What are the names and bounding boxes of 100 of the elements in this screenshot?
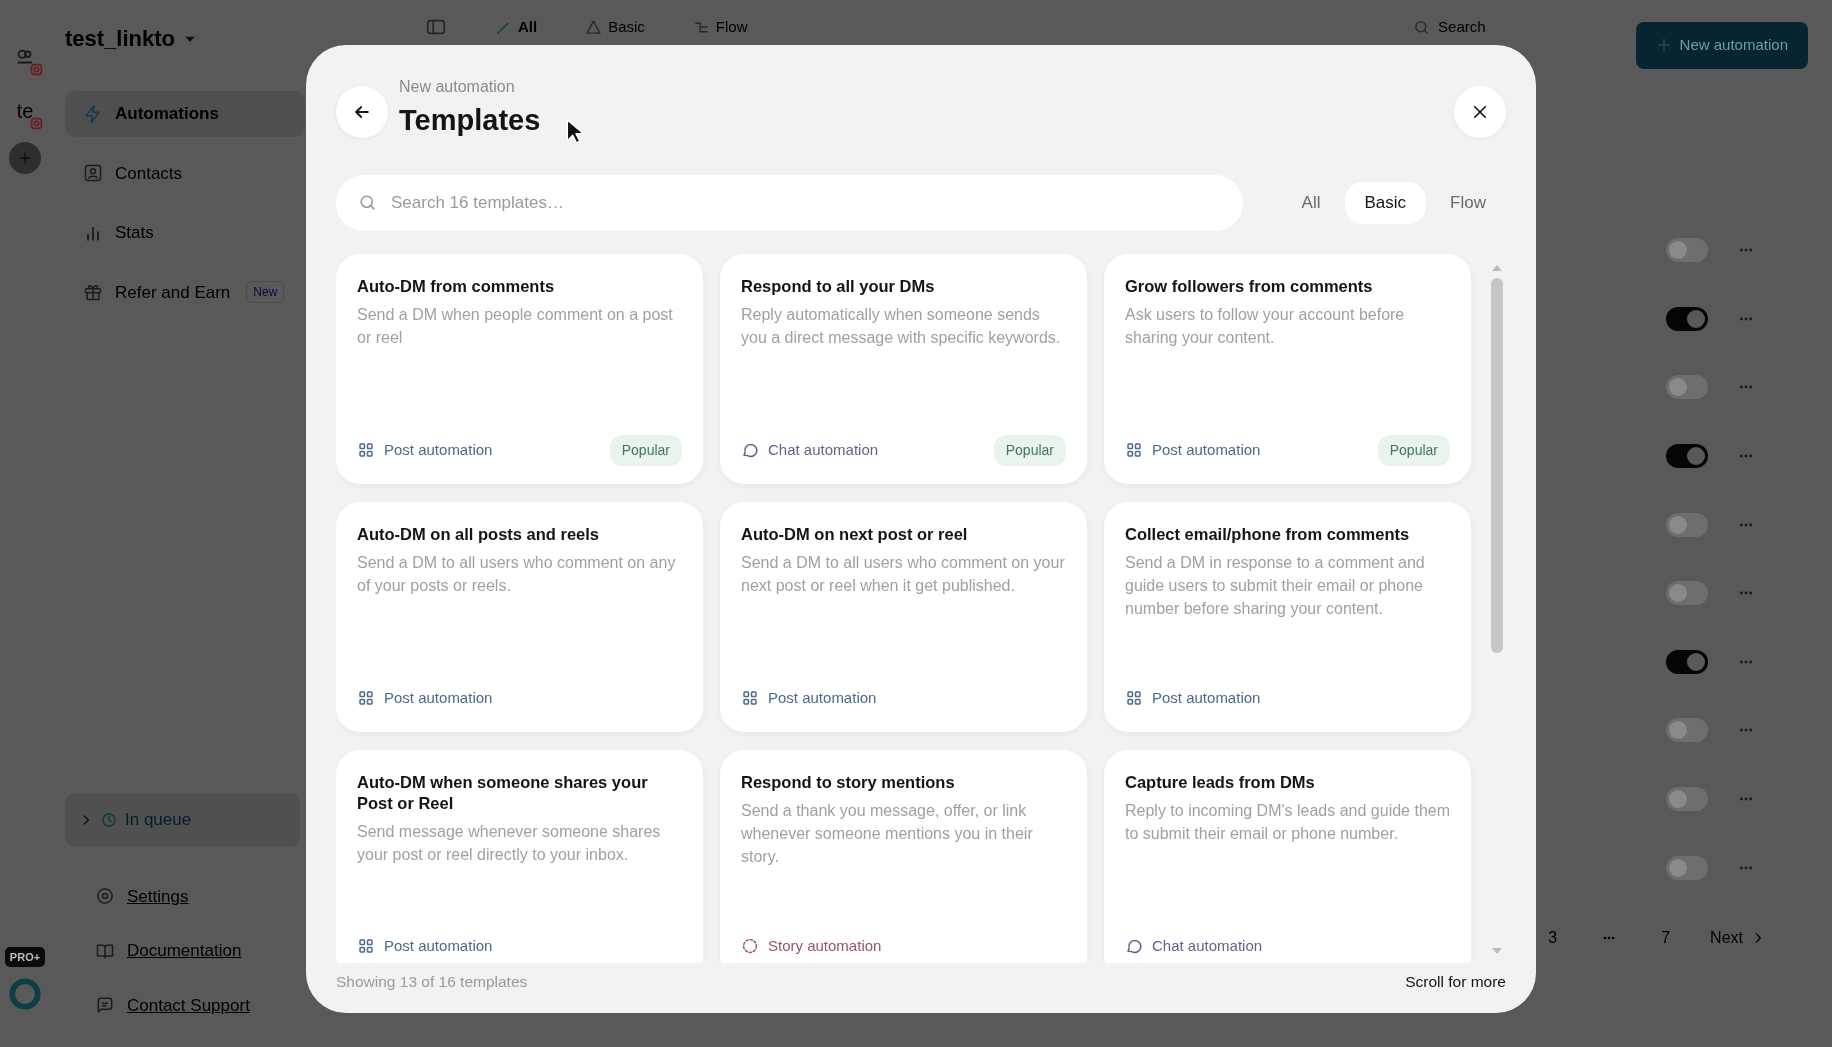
- speech-bubble-icon: [1125, 937, 1143, 955]
- instagram-icon: [30, 117, 43, 130]
- search-icon: [358, 193, 377, 212]
- nav-item[interactable]: Contacts: [65, 150, 305, 196]
- template-card[interactable]: Respond to story mentions Send a thank you message, offer, or link whenever someone mentions you in their story. Story automation: [720, 750, 1087, 963]
- search-icon: [1413, 18, 1431, 36]
- page-link[interactable]: 7: [1661, 925, 1671, 950]
- filter-tab[interactable]: All: [1281, 182, 1341, 224]
- bolt-icon: [83, 103, 103, 124]
- grid-icon: [741, 689, 759, 707]
- sidebar-link[interactable]: Contact Support: [65, 992, 305, 1018]
- template-card[interactable]: Grow followers from comments Ask users to follow your account before sharing your content. Post automation Popular: [1104, 254, 1471, 484]
- toggle-switch[interactable]: [1666, 649, 1708, 674]
- toggle-switch[interactable]: [1666, 787, 1708, 812]
- template-title: Collect email/phone from comments: [1125, 524, 1411, 545]
- template-card[interactable]: Auto-DM when someone shares your Post or Reel Send message whenever someone shares your post or reel directly to your inbox. Post automation: [336, 750, 703, 963]
- template-description: Send a DM to all users who comment on any of your posts or reels.: [357, 553, 677, 596]
- template-card[interactable]: Auto-DM on next post or reel Send a DM to all users who comment on your next post or reel when it get published. Post automation: [720, 502, 1087, 732]
- filter-tab[interactable]: Basic: [585, 16, 645, 39]
- template-title: Respond to all your DMs: [741, 276, 936, 297]
- grid-icon: [357, 689, 375, 707]
- sidebar-link[interactable]: Settings: [65, 883, 305, 909]
- modal-subtitle: New automation: [399, 77, 516, 97]
- toggle-switch[interactable]: [1666, 238, 1708, 263]
- search-field[interactable]: Search 16 templates…: [336, 175, 1243, 231]
- category-label: Post automation: [768, 687, 877, 708]
- toggle-switch[interactable]: [1666, 512, 1708, 537]
- modal-title: Templates: [399, 103, 541, 138]
- nav-item[interactable]: Automations: [65, 91, 305, 137]
- template-description: Send a DM when people comment on a post or reel: [357, 305, 674, 348]
- popular-tag: Popular: [993, 434, 1066, 466]
- template-description: Ask users to follow your account before sharing your content.: [1125, 305, 1406, 348]
- template-title: Respond to story mentions: [741, 772, 956, 793]
- toggle-switch[interactable]: [1666, 855, 1708, 880]
- new-badge: New: [246, 281, 285, 304]
- toggle-switch[interactable]: [1666, 718, 1708, 743]
- queue-panel[interactable]: In queue: [65, 793, 300, 847]
- scroll-hint: Scroll for more: [1405, 972, 1506, 992]
- category-label: Post automation: [1152, 687, 1261, 708]
- close-icon: [1471, 103, 1489, 121]
- triangle-icon: [585, 18, 603, 36]
- template-description: Send a thank you message, offer, or link whenever someone mentions you in their story.: [741, 801, 1034, 867]
- category-label: Story automation: [768, 935, 882, 956]
- toggle-switch[interactable]: [1666, 444, 1708, 469]
- toggle-switch[interactable]: [1666, 306, 1708, 331]
- filter-tab[interactable]: All: [495, 16, 538, 39]
- nav-item[interactable]: Stats: [65, 210, 305, 256]
- template-description: Reply to incoming DM's leads and guide them to submit their email or phone number.: [1125, 801, 1450, 844]
- add-account-button[interactable]: [9, 142, 41, 174]
- toggle-switch[interactable]: [1666, 581, 1708, 606]
- template-card[interactable]: Capture leads from DMs Reply to incoming DM's leads and guide them to submit their email or phone number. Chat automation: [1104, 750, 1471, 963]
- next-page-link[interactable]: Next: [1710, 925, 1765, 950]
- dashed-circle-icon: [741, 937, 759, 955]
- template-title: Auto-DM on next post or reel: [741, 524, 969, 545]
- template-card[interactable]: Auto-DM on all posts and reels Send a DM to all users who comment on any of your posts or reels. Post automation: [336, 502, 703, 732]
- sidebar-link[interactable]: Documentation: [65, 938, 305, 964]
- workspace-name[interactable]: test_linkto: [65, 22, 176, 55]
- category-label: Post automation: [1152, 439, 1261, 460]
- category-label: Chat automation: [1152, 935, 1263, 956]
- grid-icon: [357, 937, 375, 955]
- filter-tab[interactable]: Basic: [1344, 182, 1427, 224]
- template-card[interactable]: Respond to all your DMs Reply automatically when someone sends you a direct message with specific keywords. Chat automation Popular: [720, 254, 1087, 484]
- category-label: Chat automation: [768, 439, 879, 460]
- page-link[interactable]: 3: [1548, 925, 1558, 950]
- template-title: Auto-DM from comments: [357, 276, 556, 297]
- category-label: Post automation: [384, 439, 493, 460]
- queue-label: In queue: [125, 809, 192, 831]
- template-title: Auto-DM on all posts and reels: [357, 524, 601, 545]
- nav-item[interactable]: Refer and Earn New: [65, 269, 305, 315]
- template-description: Reply automatically when someone sends you a direct message with specific keywords.: [741, 305, 1062, 348]
- template-title: Capture leads from DMs: [1125, 772, 1316, 793]
- contact-card-icon: [83, 163, 103, 184]
- category-label: Post automation: [384, 687, 493, 708]
- close-button[interactable]: [1454, 86, 1506, 138]
- new-automation-button[interactable]: New automation: [1635, 22, 1808, 69]
- results-count: Showing 13 of 16 templates: [336, 972, 528, 992]
- gift-icon: [83, 282, 103, 303]
- popular-tag: Popular: [1377, 434, 1450, 466]
- template-card[interactable]: Auto-DM from comments Send a DM when people comment on a post or reel Post automation Popular: [336, 254, 703, 484]
- instagram-icon: [30, 63, 43, 76]
- account-initials[interactable]: te: [16, 96, 34, 126]
- template-description: Send message whenever someone shares your post or reel directly to your inbox.: [357, 822, 662, 865]
- speech-bubble-icon: [741, 441, 759, 459]
- clock-icon: [101, 811, 117, 828]
- plus-icon: [18, 151, 32, 165]
- plus-icon: [1655, 37, 1672, 54]
- grid-icon: [1125, 441, 1143, 459]
- search-field[interactable]: Search: [1413, 16, 1486, 39]
- template-description: Send a DM to all users who comment on your next post or reel when it get published.: [741, 553, 1066, 596]
- filter-tab[interactable]: Flow: [692, 16, 748, 39]
- back-button[interactable]: [336, 86, 388, 138]
- toggle-switch[interactable]: [1666, 375, 1708, 400]
- template-title: Auto-DM when someone shares your Post or Reel: [357, 772, 649, 814]
- popular-tag: Popular: [609, 434, 682, 466]
- template-description: Send a DM in response to a comment and guide users to submit their email or phone number before sharing your content.: [1125, 553, 1426, 619]
- filter-tab[interactable]: Flow: [1430, 182, 1506, 224]
- grid-icon: [1125, 689, 1143, 707]
- template-card[interactable]: Collect email/phone from comments Send a DM in response to a comment and guide users to submit their email or phone number before sharing your content. Post automation: [1104, 502, 1471, 732]
- plan-badge: PRO+: [4, 946, 46, 967]
- ring-logo-icon: [8, 977, 42, 1011]
